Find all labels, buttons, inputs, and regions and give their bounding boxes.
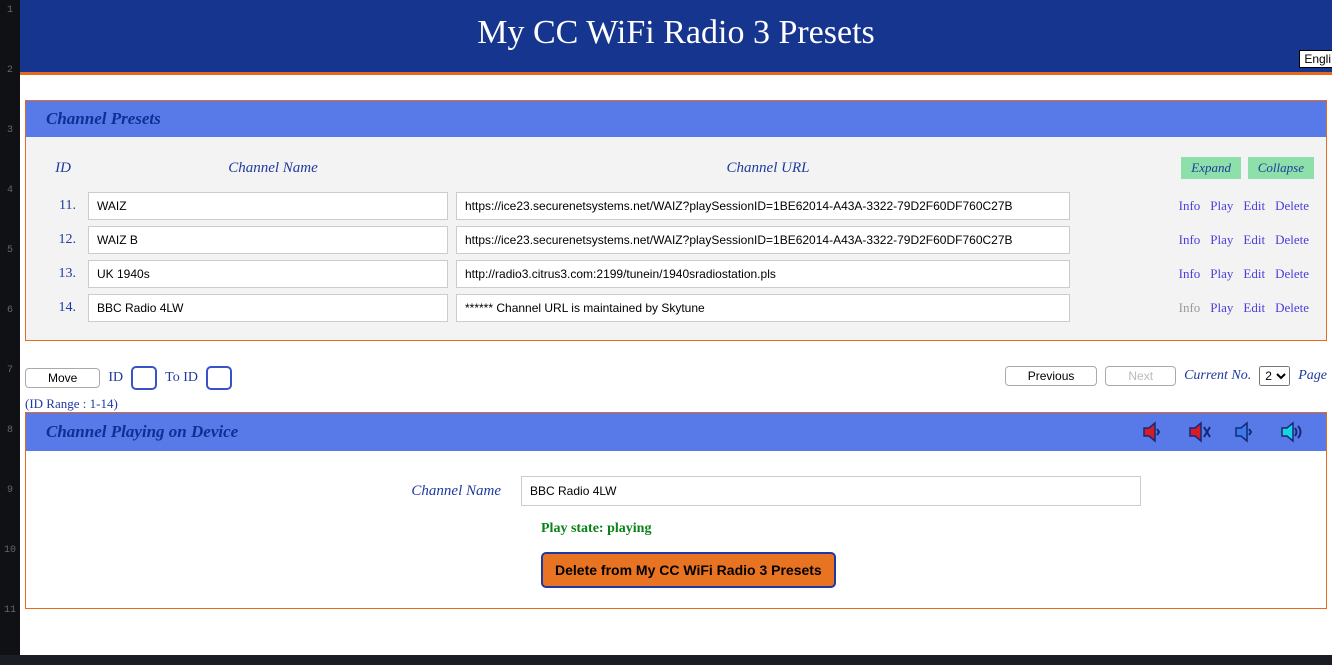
page-label: Page: [1298, 368, 1327, 384]
playing-panel: Channel Playing on Device Channel Name P…: [25, 412, 1327, 609]
playing-panel-header: Channel Playing on Device: [26, 413, 1326, 451]
preset-actions: Info Play Edit Delete: [1078, 266, 1314, 282]
page-controls: Previous Next Current No. 2 Page: [1005, 366, 1327, 386]
playing-name-row: Channel Name: [41, 476, 1311, 506]
presets-panel-header: Channel Presets: [26, 101, 1326, 137]
line-number: 1: [0, 5, 20, 65]
presets-panel-body: ID Channel Name Channel URL Expand Colla…: [26, 137, 1326, 340]
line-number: 3: [0, 125, 20, 185]
main-content: My CC WiFi Radio 3 Presets Engli Channel…: [20, 0, 1332, 655]
move-controls: Move ID To ID: [25, 366, 232, 390]
preset-url-input[interactable]: [456, 260, 1070, 288]
to-id-input[interactable]: [206, 366, 232, 390]
preset-url-input[interactable]: [456, 294, 1070, 322]
to-id-label: To ID: [165, 370, 198, 386]
mute-icon[interactable]: [1188, 421, 1212, 443]
preset-id: 13.: [38, 266, 88, 282]
presets-table-head: ID Channel Name Channel URL Expand Colla…: [38, 152, 1314, 189]
volume-up-icon[interactable]: [1280, 421, 1306, 443]
delete-link[interactable]: Delete: [1275, 300, 1309, 315]
preset-name-input[interactable]: [88, 226, 448, 254]
preset-url-input[interactable]: [456, 226, 1070, 254]
presets-panel: Channel Presets ID Channel Name Channel …: [25, 100, 1327, 341]
col-url-header: Channel URL: [458, 160, 1078, 177]
info-link: Info: [1179, 300, 1201, 315]
language-button[interactable]: Engli: [1299, 50, 1332, 68]
preset-actions: Info Play Edit Delete: [1078, 300, 1314, 316]
playing-name-label: Channel Name: [41, 483, 521, 500]
col-id-header: ID: [38, 160, 88, 177]
next-button[interactable]: Next: [1105, 366, 1176, 386]
info-link[interactable]: Info: [1179, 266, 1201, 281]
move-button[interactable]: Move: [25, 368, 100, 388]
volume-down-icon[interactable]: [1142, 421, 1166, 443]
play-link[interactable]: Play: [1210, 232, 1233, 247]
preset-row: 14. Info Play Edit Delete: [38, 291, 1314, 325]
line-number: 2: [0, 65, 20, 125]
collapse-button[interactable]: Collapse: [1248, 157, 1314, 179]
col-name-header: Channel Name: [88, 160, 458, 177]
delete-link[interactable]: Delete: [1275, 232, 1309, 247]
line-number: 5: [0, 245, 20, 305]
previous-button[interactable]: Previous: [1005, 366, 1098, 386]
preset-row: 12. Info Play Edit Delete: [38, 223, 1314, 257]
preset-id: 11.: [38, 198, 88, 214]
id-range-text: (ID Range : 1-14): [25, 396, 232, 412]
playing-panel-body: Channel Name Play state: playing Delete …: [26, 451, 1326, 608]
playing-name-input[interactable]: [521, 476, 1141, 506]
preset-name-input[interactable]: [88, 192, 448, 220]
preset-actions: Info Play Edit Delete: [1078, 232, 1314, 248]
delete-link[interactable]: Delete: [1275, 198, 1309, 213]
col-actions-header: Expand Collapse: [1078, 157, 1314, 179]
info-link[interactable]: Info: [1179, 232, 1201, 247]
id-label: ID: [108, 370, 123, 386]
preset-url-input[interactable]: [456, 192, 1070, 220]
content-area: Channel Presets ID Channel Name Channel …: [20, 80, 1332, 644]
expand-button[interactable]: Expand: [1181, 157, 1241, 179]
presets-panel-title: Channel Presets: [46, 109, 161, 129]
play-link[interactable]: Play: [1210, 266, 1233, 281]
play-link[interactable]: Play: [1210, 300, 1233, 315]
edit-link[interactable]: Edit: [1243, 232, 1265, 247]
playing-panel-title: Channel Playing on Device: [46, 422, 238, 442]
id-input[interactable]: [131, 366, 157, 390]
preset-row: 11. Info Play Edit Delete: [38, 189, 1314, 223]
line-number: 9: [0, 485, 20, 545]
delete-preset-button[interactable]: Delete from My CC WiFi Radio 3 Presets: [541, 552, 836, 588]
edit-link[interactable]: Edit: [1243, 300, 1265, 315]
line-number: 4: [0, 185, 20, 245]
controls-row: Move ID To ID (ID Range : 1-14) Previous…: [25, 366, 1327, 412]
current-no-label: Current No.: [1184, 368, 1251, 384]
page-title: My CC WiFi Radio 3 Presets: [477, 14, 875, 51]
page-header: My CC WiFi Radio 3 Presets Engli: [20, 0, 1332, 75]
line-number: 11: [0, 605, 20, 665]
edit-link[interactable]: Edit: [1243, 198, 1265, 213]
playing-icons: [1142, 421, 1306, 443]
preset-actions: Info Play Edit Delete: [1078, 198, 1314, 214]
preset-name-input[interactable]: [88, 294, 448, 322]
edit-link[interactable]: Edit: [1243, 266, 1265, 281]
preset-name-input[interactable]: [88, 260, 448, 288]
preset-id: 12.: [38, 232, 88, 248]
editor-line-numbers: 1234567891011: [0, 0, 20, 655]
play-state-text: Play state: playing: [541, 521, 1311, 537]
line-number: 6: [0, 305, 20, 365]
volume-medium-icon[interactable]: [1234, 421, 1258, 443]
preset-id: 14.: [38, 300, 88, 316]
play-link[interactable]: Play: [1210, 198, 1233, 213]
info-link[interactable]: Info: [1179, 198, 1201, 213]
line-number: 10: [0, 545, 20, 605]
delete-link[interactable]: Delete: [1275, 266, 1309, 281]
page-select[interactable]: 2: [1259, 366, 1290, 386]
preset-row: 13. Info Play Edit Delete: [38, 257, 1314, 291]
line-number: 8: [0, 425, 20, 485]
line-number: 7: [0, 365, 20, 425]
